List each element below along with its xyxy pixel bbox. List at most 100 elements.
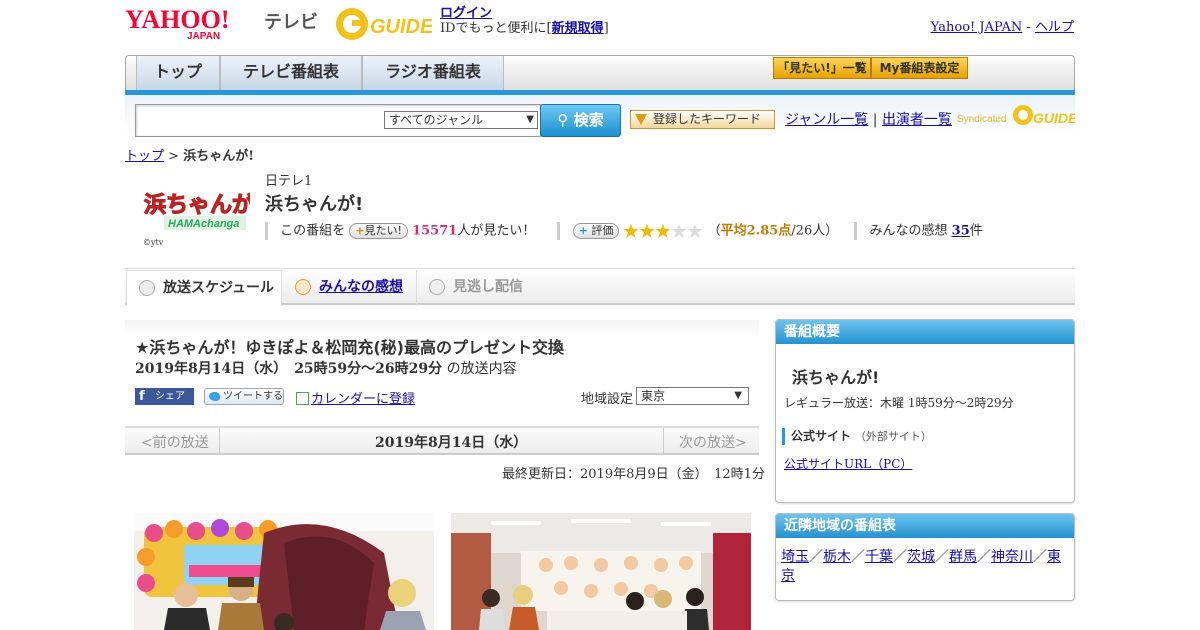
svg-text:HAMAchanga: HAMAchanga (168, 218, 240, 230)
login-note-pre: IDでもっと便利に[ (440, 21, 552, 36)
svg-text:Syndicated: Syndicated (957, 114, 1006, 125)
reviews-prefix: みんなの感想 (869, 223, 948, 239)
tab-reviews[interactable]: みんなの感想 (283, 270, 417, 306)
want-button-label: 見たい! (364, 224, 402, 237)
region-select[interactable]: 東京 ▼ (636, 387, 749, 405)
date-nav-divider (219, 428, 220, 454)
want-button[interactable]: +見たい! (349, 223, 408, 239)
divider (557, 222, 561, 240)
region-link-ibaraki[interactable]: 茨城 (907, 549, 935, 565)
mitai-list-button[interactable]: 「見たい!」一覧 (773, 57, 871, 79)
divider (854, 222, 858, 240)
nav-tab-radio-schedule[interactable]: ラジオ番組表 (362, 56, 504, 90)
top-links-sep: - (1026, 20, 1031, 35)
rating-stars (623, 224, 703, 239)
region-select-value: 東京 (641, 389, 666, 403)
g-guide-logo[interactable]: GUIDE (334, 6, 434, 42)
overview-title: 浜ちゃんが! (792, 368, 880, 387)
reviews-count-link[interactable]: 35 (952, 224, 970, 239)
program-overview-heading: 番組概要 (776, 320, 1074, 344)
chevron-down-icon (139, 280, 155, 296)
performers-list-link[interactable]: 出演者一覧 (882, 112, 952, 128)
star-icon (671, 224, 687, 238)
register-link[interactable]: 新規取得 (552, 21, 604, 36)
nearby-schedule-heading: 近隣地域の番組表 (776, 514, 1074, 538)
official-site-url-link[interactable]: 公式サイトURL（PC） (784, 455, 912, 472)
my-schedule-button[interactable]: My番組表設定 (871, 57, 968, 79)
search-links: ジャンル一覧 | 出演者一覧 (785, 109, 952, 129)
nearby-region-list: 埼玉／栃木／千葉／茨城／群馬／神奈川／東京 (781, 548, 1071, 586)
calendar-register-link[interactable]: カレンダーに登録 (311, 392, 415, 407)
tweet-button[interactable]: ツイートする (204, 388, 284, 405)
calendar-register[interactable]: カレンダーに登録 (296, 388, 415, 407)
want-suffix: 人が見たい！ (457, 223, 536, 239)
rating-open: （ (707, 223, 721, 239)
breadcrumb-current: 浜ちゃんが! (183, 149, 254, 164)
star-icon (639, 224, 655, 238)
region-link-saitama[interactable]: 埼玉 (781, 549, 809, 565)
breadcrumb: トップ > 浜ちゃんが! (125, 145, 254, 164)
region-sep: ／ (809, 549, 823, 565)
program-stats-bar: この番組を +見たい! 15571人が見たい！ + 評価 （平均2.85点/26… (265, 222, 983, 240)
region-label: 地域設定 (581, 392, 634, 407)
chevron-right-icon (295, 279, 311, 295)
program-logo-copyright: ©ytv (143, 238, 164, 247)
star-icon (687, 224, 703, 238)
calendar-icon (296, 392, 309, 405)
yahoo-japan-link[interactable]: Yahoo! JAPAN (931, 20, 1023, 35)
episode-date-suffix: の放送内容 (446, 361, 517, 377)
tab-schedule[interactable]: 放送スケジュール (126, 270, 282, 306)
genre-select[interactable]: すべてのジャンル ▼ (384, 111, 538, 129)
caret-down-icon (635, 114, 647, 125)
episode-date: 2019年8月14日（水） 25時59分～26時29分 の放送内容 (135, 358, 517, 378)
region-link-tochigi[interactable]: 栃木 (823, 549, 851, 565)
date-nav-divider (663, 428, 664, 454)
chevron-down-icon: ▼ (526, 114, 534, 125)
nav-tab-tv-schedule[interactable]: テレビ番組表 (220, 56, 362, 90)
last-updated: 最終更新日：2019年8月9日（金） 12時1分 (502, 467, 765, 482)
tab-reviews-label: みんなの感想 (319, 279, 403, 295)
nearby-schedule-box: 近隣地域の番組表 埼玉／栃木／千葉／茨城／群馬／神奈川／東京 (775, 513, 1075, 601)
rate-button[interactable]: + 評価 (572, 223, 620, 239)
yahoo-japan-logo[interactable]: YAHOO! JAPAN (125, 5, 260, 42)
search-links-divider: | (872, 112, 878, 128)
rating-count: /26人） (791, 223, 839, 239)
tab-schedule-label: 放送スケジュール (163, 280, 275, 296)
registered-keywords-button[interactable]: 登録したキーワード (630, 110, 775, 129)
official-site-note: （外部サイト） (854, 430, 932, 443)
region-link-kanagawa[interactable]: 神奈川 (991, 549, 1033, 565)
search-button[interactable]: ⚲ 検索 (540, 104, 621, 137)
episode-image (451, 513, 751, 630)
rating-average: 平均2.85点 (720, 223, 792, 239)
want-count: 15571 (412, 223, 458, 239)
program-overview-box: 番組概要 浜ちゃんが! レギュラー放送：木曜 1時59分～2時29分 公式サイト… (775, 319, 1075, 503)
registered-keywords-label: 登録したキーワード (653, 112, 762, 126)
twitter-bird-icon (209, 392, 220, 401)
program-title: 浜ちゃんが! (265, 194, 364, 215)
login-link[interactable]: ログイン (440, 6, 492, 21)
facebook-share-button[interactable]: f シェア (135, 388, 194, 405)
region-link-chiba[interactable]: 千葉 (865, 549, 893, 565)
login-area: ログイン IDでもっと便利に[新規取得] (440, 6, 609, 36)
next-broadcast-link[interactable]: 次の放送> (679, 432, 747, 452)
prev-broadcast-link[interactable]: <前の放送 (141, 432, 209, 452)
region-link-gunma[interactable]: 群馬 (949, 549, 977, 565)
tweet-label: ツイートする (223, 391, 283, 402)
nav-tab-top[interactable]: トップ (136, 56, 220, 90)
tab-streaming[interactable]: 見逃し配信 (417, 270, 557, 306)
syndicated-g-guide-logo: Syndicated GUIDE (957, 103, 1078, 129)
breadcrumb-top-link[interactable]: トップ (125, 149, 164, 164)
rate-button-label: 評価 (591, 224, 614, 237)
episode-datetime: 2019年8月14日（水） 25時59分～26時29分 (135, 361, 443, 377)
plus-icon: + (355, 224, 365, 237)
search-icon: ⚲ (557, 111, 569, 129)
episode-title: ★浜ちゃんが！ゆきぽよ＆松岡充(秘)最高のプレゼント交換 (135, 338, 564, 357)
help-link[interactable]: ヘルプ (1035, 20, 1074, 35)
breadcrumb-sep: > (168, 149, 180, 164)
program-logo: 浜ちゃんが! HAMAchanga (140, 180, 265, 236)
genre-list-link[interactable]: ジャンル一覧 (785, 112, 868, 128)
svg-text:GUIDE: GUIDE (370, 16, 432, 38)
official-site-label: 公式サイト (791, 429, 852, 443)
svg-text:YAHOO!: YAHOO! (125, 6, 230, 34)
chevron-down-icon: ▼ (734, 390, 742, 401)
